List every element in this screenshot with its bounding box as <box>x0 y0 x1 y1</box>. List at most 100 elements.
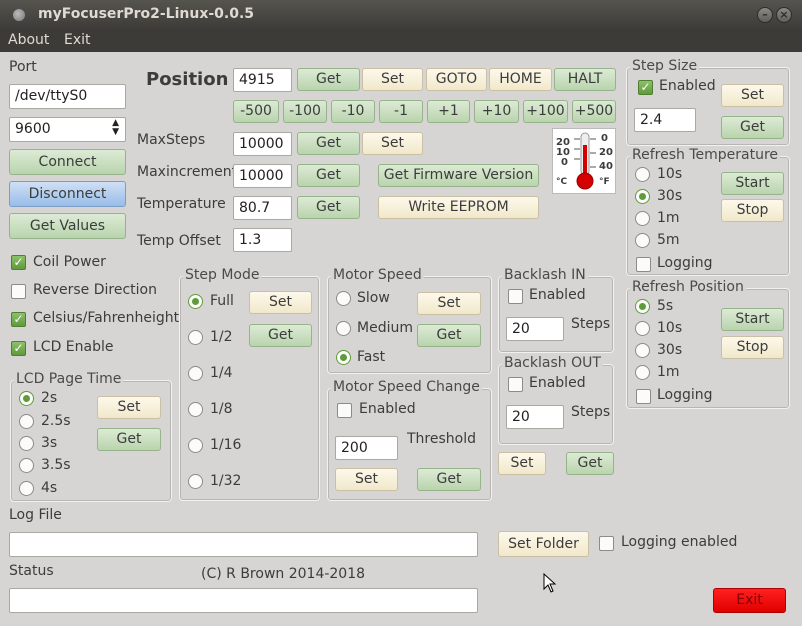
write-eeprom-button[interactable]: Write EEPROM <box>378 196 539 219</box>
connect-button[interactable]: Connect <box>9 149 126 175</box>
coil-power-checkbox[interactable]: ✓ <box>11 255 26 270</box>
backlash-out-enabled-checkbox[interactable] <box>508 377 523 392</box>
step-plus-500-button[interactable]: +500 <box>572 100 616 123</box>
temp-offset-input[interactable]: 1.3 <box>233 228 292 252</box>
spin-arrows-icon[interactable]: ▲ ▼ <box>112 119 119 137</box>
step-minus-10-button[interactable]: -10 <box>331 100 375 123</box>
step-mode-quarter-radio[interactable] <box>188 366 203 381</box>
refresh-temp-logging-checkbox[interactable] <box>636 257 651 272</box>
backlash-in-enabled-checkbox[interactable] <box>508 289 523 304</box>
home-button[interactable]: HOME <box>489 68 552 91</box>
motor-speed-slow-radio[interactable] <box>336 291 351 306</box>
refresh-temp-start-button[interactable]: Start <box>721 172 784 195</box>
refresh-temp-5m-radio[interactable] <box>635 233 650 248</box>
step-size-get-button[interactable]: Get <box>721 116 784 139</box>
temperature-input[interactable]: 80.7 <box>233 196 292 220</box>
get-values-button[interactable]: Get Values <box>9 213 126 239</box>
step-plus-1-button[interactable]: +1 <box>427 100 470 123</box>
position-input[interactable]: 4915 <box>233 68 292 92</box>
motor-speed-change-enabled-checkbox[interactable] <box>337 403 352 418</box>
temperature-get-button[interactable]: Get <box>297 196 360 219</box>
refresh-pos-stop-button[interactable]: Stop <box>721 336 784 359</box>
backlash-in-enabled-label: Enabled <box>529 287 586 303</box>
maxincrement-input[interactable]: 10000 <box>233 164 292 188</box>
log-file-label: Log File <box>9 507 62 523</box>
lcd-time-2-5s-radio[interactable] <box>19 414 34 429</box>
lcd-enable-checkbox[interactable]: ✓ <box>11 341 26 356</box>
step-size-set-button[interactable]: Set <box>721 84 784 107</box>
threshold-label: Threshold <box>407 431 476 447</box>
step-mode-set-button[interactable]: Set <box>249 291 312 314</box>
step-mode-get-button[interactable]: Get <box>249 324 312 347</box>
step-plus-100-button[interactable]: +100 <box>523 100 568 123</box>
position-set-button[interactable]: Set <box>362 68 423 91</box>
step-size-enabled-checkbox[interactable]: ✓ <box>638 80 653 95</box>
maxincrement-get-button[interactable]: Get <box>297 164 360 187</box>
refresh-pos-logging-checkbox[interactable] <box>636 389 651 404</box>
minimize-icon[interactable]: – <box>757 7 773 23</box>
motor-speed-change-get-button[interactable]: Get <box>417 468 481 491</box>
backlash-in-title: Backlash IN <box>502 267 588 283</box>
maxsteps-input[interactable]: 10000 <box>233 132 292 156</box>
maxsteps-get-button[interactable]: Get <box>297 132 360 155</box>
backlash-out-title: Backlash OUT <box>502 355 603 371</box>
backlash-get-button[interactable]: Get <box>566 452 614 475</box>
motor-speed-medium-radio[interactable] <box>336 321 351 336</box>
refresh-temp-10s-radio[interactable] <box>635 167 650 182</box>
step-mode-half-radio[interactable] <box>188 330 203 345</box>
refresh-pos-1m-radio[interactable] <box>635 365 650 380</box>
set-folder-button[interactable]: Set Folder <box>498 531 589 557</box>
maxsteps-set-button[interactable]: Set <box>362 132 423 155</box>
step-mode-full-radio[interactable] <box>188 294 203 309</box>
step-plus-10-button[interactable]: +10 <box>474 100 519 123</box>
step-size-input[interactable]: 2.4 <box>634 108 696 132</box>
thermo-f-unit: °F <box>599 177 610 187</box>
motor-speed-fast-radio[interactable] <box>336 350 351 365</box>
exit-button[interactable]: Exit <box>713 588 786 613</box>
motor-speed-medium-label: Medium <box>357 320 413 336</box>
logging-enabled-checkbox[interactable] <box>599 536 614 551</box>
motor-speed-set-button[interactable]: Set <box>417 292 481 315</box>
lcd-enable-label: LCD Enable <box>33 339 114 355</box>
step-mode-sixteenth-radio[interactable] <box>188 438 203 453</box>
halt-button[interactable]: HALT <box>554 68 616 91</box>
position-get-button[interactable]: Get <box>297 68 360 91</box>
step-mode-eighth-radio[interactable] <box>188 402 203 417</box>
refresh-pos-start-button[interactable]: Start <box>721 308 784 331</box>
threshold-input[interactable]: 200 <box>335 436 398 460</box>
refresh-temp-1m-radio[interactable] <box>635 211 650 226</box>
motor-speed-get-button[interactable]: Get <box>417 324 481 347</box>
lcd-time-2s-radio[interactable] <box>19 391 34 406</box>
lcd-time-4s-radio[interactable] <box>19 481 34 496</box>
refresh-pos-5s-radio[interactable] <box>635 299 650 314</box>
menu-exit[interactable]: Exit <box>64 32 91 48</box>
refresh-pos-30s-radio[interactable] <box>635 343 650 358</box>
motor-speed-change-set-button[interactable]: Set <box>335 468 398 491</box>
refresh-temp-stop-button[interactable]: Stop <box>721 199 784 222</box>
refresh-pos-1m-label: 1m <box>657 364 680 380</box>
log-file-input[interactable] <box>9 532 478 557</box>
disconnect-button[interactable]: Disconnect <box>9 181 126 207</box>
celsius-fahrenheit-checkbox[interactable]: ✓ <box>11 312 26 327</box>
refresh-pos-10s-radio[interactable] <box>635 321 650 336</box>
step-minus-500-button[interactable]: -500 <box>233 100 279 123</box>
step-mode-thirtysecond-radio[interactable] <box>188 474 203 489</box>
lcd-time-get-button[interactable]: Get <box>97 428 161 451</box>
lcd-time-3-5s-radio[interactable] <box>19 458 34 473</box>
backlash-out-input[interactable]: 20 <box>506 405 564 429</box>
backlash-set-button[interactable]: Set <box>498 452 546 475</box>
reverse-direction-checkbox[interactable] <box>11 284 26 299</box>
baud-rate-select[interactable]: 9600 ▲ ▼ <box>9 117 126 142</box>
motor-speed-change-title: Motor Speed Change <box>331 379 482 395</box>
menu-about[interactable]: About <box>8 32 49 48</box>
get-firmware-version-button[interactable]: Get Firmware Version <box>378 164 539 187</box>
goto-button[interactable]: GOTO <box>426 68 487 91</box>
refresh-temp-30s-radio[interactable] <box>635 189 650 204</box>
close-icon[interactable]: × <box>776 7 792 23</box>
lcd-time-set-button[interactable]: Set <box>97 396 161 419</box>
port-device-input[interactable]: /dev/ttyS0 <box>9 84 126 109</box>
backlash-in-input[interactable]: 20 <box>506 317 564 341</box>
step-minus-100-button[interactable]: -100 <box>283 100 327 123</box>
step-minus-1-button[interactable]: -1 <box>379 100 423 123</box>
lcd-time-3s-radio[interactable] <box>19 436 34 451</box>
